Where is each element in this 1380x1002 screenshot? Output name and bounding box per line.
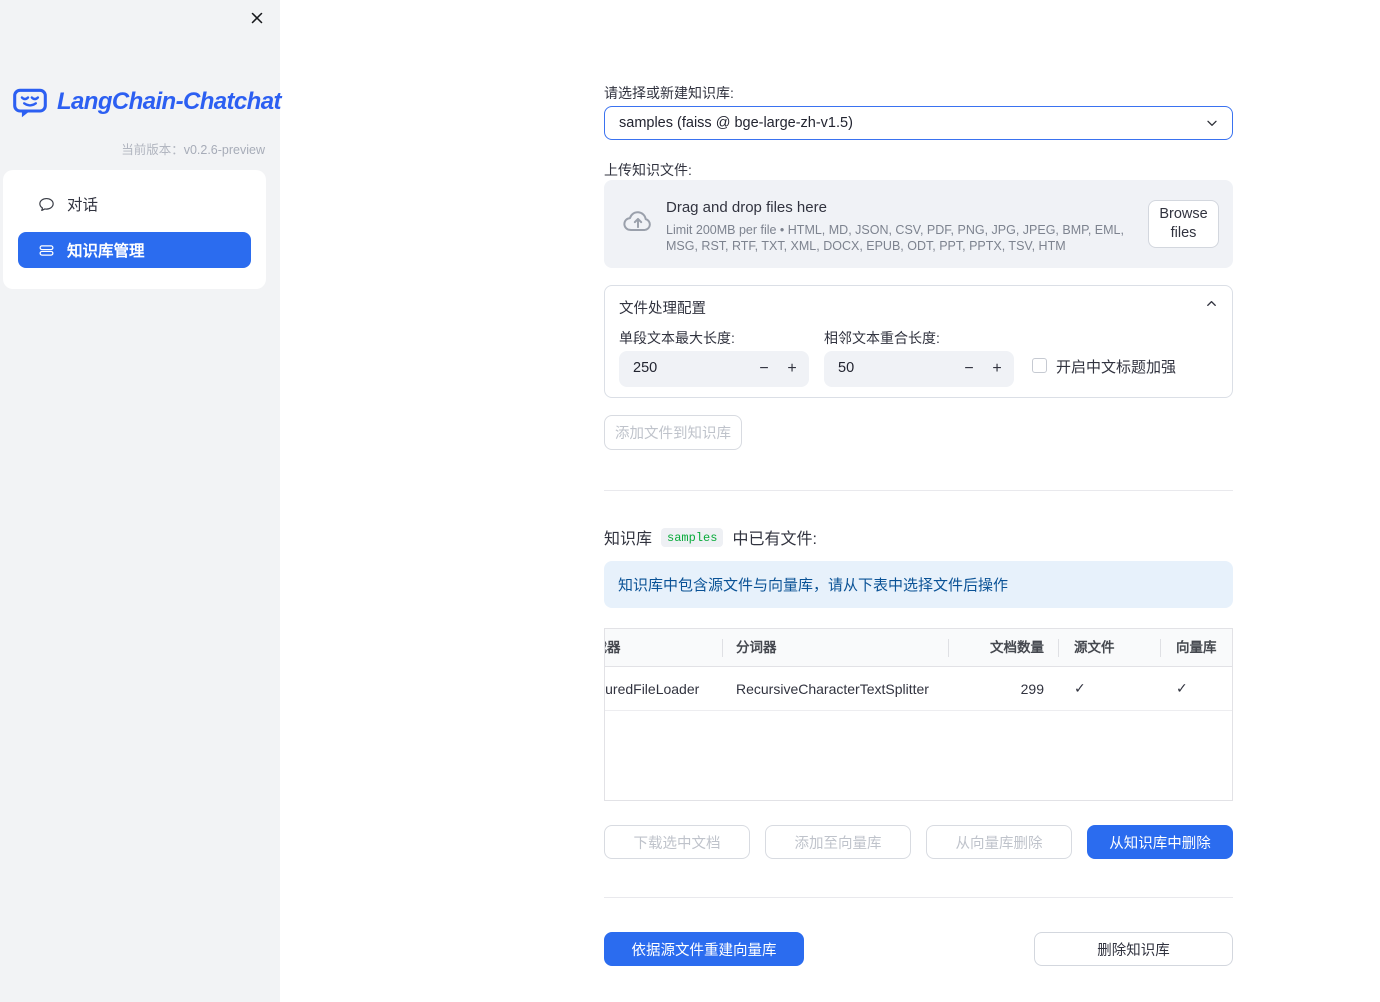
chunk-overlap-input[interactable]: 50 − +: [824, 351, 1014, 387]
cell-doc-count: 299: [1020, 680, 1044, 697]
cell-vector-store-check: ✓: [1176, 680, 1188, 696]
expander-header[interactable]: 文件处理配置: [605, 286, 1232, 322]
chatchat-logo-icon: [12, 84, 48, 120]
sidebar-item-chat[interactable]: 对话: [18, 186, 251, 222]
expander-title: 文件处理配置: [619, 301, 706, 317]
delete-kb-button[interactable]: 删除知识库: [1034, 932, 1233, 966]
kb-files-suffix: 中已有文件:: [732, 531, 817, 548]
app-page: LangChain-Chatchat 当前版本：v0.2.6-preview 对…: [0, 0, 1380, 1002]
chunk-overlap-value: 50: [838, 360, 855, 376]
download-selected-button[interactable]: 下载选中文档: [604, 825, 750, 859]
kb-files-prefix: 知识库: [604, 531, 653, 548]
delete-from-kb-button[interactable]: 从知识库中删除: [1087, 825, 1233, 859]
upload-cloud-icon: [621, 207, 655, 235]
decrement-button[interactable]: −: [954, 351, 984, 387]
version-line: 当前版本：v0.2.6-preview: [121, 139, 265, 158]
chat-bubble-icon: [38, 196, 55, 213]
close-icon: [248, 9, 266, 27]
dropzone-limit-text: Limit 200MB per file • HTML, MD, JSON, C…: [666, 223, 1124, 253]
column-header-vector-store[interactable]: 向量库: [1160, 629, 1232, 666]
chunk-overlap-label: 相邻文本重合长度:: [824, 330, 940, 346]
main-content: 请选择或新建知识库: samples (faiss @ bge-large-zh…: [604, 0, 1233, 1002]
divider: [604, 897, 1233, 898]
knowledge-base-icon: [38, 242, 55, 259]
cell-loader: UnstructuredFileLoader: [605, 680, 700, 697]
add-files-to-kb-button[interactable]: 添加文件到知识库: [604, 415, 742, 450]
browse-files-button[interactable]: Browse files: [1148, 200, 1219, 248]
kb-files-table[interactable]: 文档加载器 分词器 文档数量 源文件 向量库 UnstructuredFileL…: [604, 628, 1233, 801]
sidebar: LangChain-Chatchat 当前版本：v0.2.6-preview 对…: [0, 0, 281, 1002]
kb-select-label: 请选择或新建知识库:: [604, 85, 734, 101]
rebuild-vector-store-button[interactable]: 依据源文件重建向量库: [604, 932, 804, 966]
sidebar-item-label: 知识库管理: [67, 243, 145, 260]
version-value: v0.2.6-preview: [183, 143, 265, 157]
zh-title-enhance-label: 开启中文标题加强: [1056, 359, 1177, 376]
kb-files-heading: 知识库 samples 中已有文件:: [604, 525, 817, 549]
upload-label: 上传知识文件:: [604, 162, 692, 178]
decrement-button[interactable]: −: [749, 351, 779, 387]
column-header-source-file[interactable]: 源文件: [1058, 629, 1160, 666]
column-header-splitter[interactable]: 分词器: [722, 629, 948, 666]
chunk-size-value: 250: [633, 360, 658, 376]
app-logo: LangChain-Chatchat: [12, 84, 281, 120]
info-alert: 知识库中包含源文件与向量库，请从下表中选择文件后操作: [604, 561, 1233, 608]
chunk-size-label: 单段文本最大长度:: [619, 330, 735, 346]
table-scroll-content: 文档加载器 分词器 文档数量 源文件 向量库 UnstructuredFileL…: [605, 629, 1232, 711]
version-label: 当前版本：: [121, 143, 184, 157]
info-alert-text: 知识库中包含源文件与向量库，请从下表中选择文件后操作: [618, 577, 1009, 594]
dropzone-instruction: Drag and drop files here: [666, 199, 827, 216]
sidebar-item-knowledge-base[interactable]: 知识库管理: [18, 232, 251, 268]
increment-button[interactable]: +: [982, 351, 1012, 387]
table-header-row: 文档加载器 分词器 文档数量 源文件 向量库: [605, 629, 1232, 667]
kb-name-code: samples: [661, 527, 724, 547]
app-title: LangChain-Chatchat: [57, 88, 281, 115]
kb-select-value: samples (faiss @ bge-large-zh-v1.5): [619, 115, 853, 131]
file-action-buttons: 下载选中文档 添加至向量库 从向量库删除 从知识库中删除: [604, 825, 1233, 859]
chevron-up-icon: [1204, 296, 1219, 311]
chevron-down-icon: [1204, 115, 1220, 131]
increment-button[interactable]: +: [777, 351, 807, 387]
delete-from-vector-store-button[interactable]: 从向量库删除: [926, 825, 1072, 859]
sidebar-nav: 对话 知识库管理: [3, 170, 266, 289]
kb-management-buttons: 依据源文件重建向量库 删除知识库: [604, 932, 1233, 966]
sidebar-close-button[interactable]: [247, 8, 267, 28]
kb-select-dropdown[interactable]: samples (faiss @ bge-large-zh-v1.5): [604, 106, 1233, 140]
sidebar-item-label: 对话: [67, 197, 99, 214]
table-row[interactable]: UnstructuredFileLoader RecursiveCharacte…: [605, 667, 1232, 711]
chunk-size-input[interactable]: 250 − +: [619, 351, 809, 387]
cell-splitter: RecursiveCharacterTextSplitter: [736, 680, 929, 697]
file-dropzone[interactable]: Drag and drop files here Limit 200MB per…: [604, 180, 1233, 268]
zh-title-enhance-checkbox[interactable]: [1032, 358, 1047, 373]
column-header-doc-count[interactable]: 文档数量: [948, 629, 1058, 666]
divider: [604, 490, 1233, 491]
add-to-vector-store-button[interactable]: 添加至向量库: [765, 825, 911, 859]
cell-source-file-check: ✓: [1074, 680, 1086, 696]
file-config-expander: 文件处理配置 单段文本最大长度: 相邻文本重合长度: 250 − + 50 − …: [604, 285, 1233, 398]
column-header-loader[interactable]: 文档加载器: [605, 629, 722, 666]
